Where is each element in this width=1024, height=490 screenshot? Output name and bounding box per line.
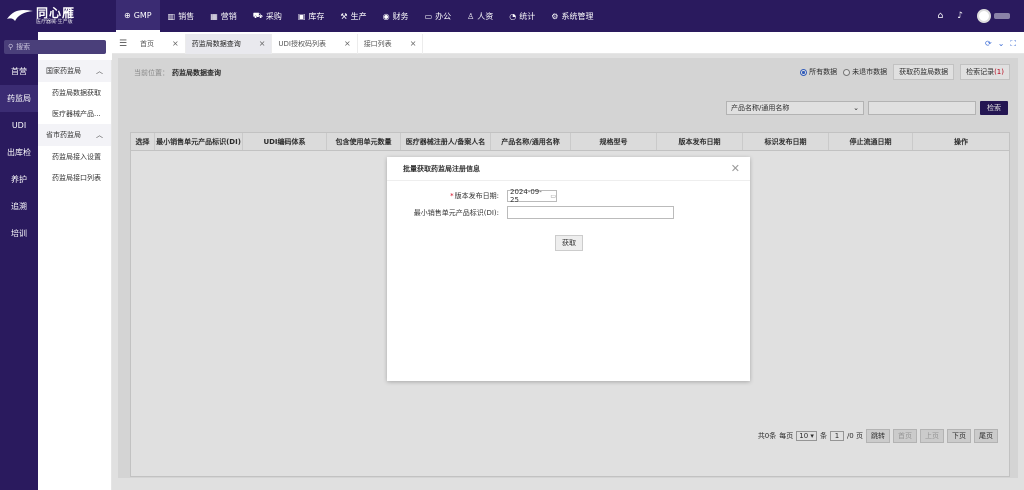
nav-inventory[interactable]: ▣ 库存 [290,0,333,32]
refresh-icon[interactable]: ⟳ [985,39,992,49]
username-blurred [994,13,1010,19]
required-mark: * [450,192,454,200]
finance-icon: ◉ [382,11,390,21]
menu-toggle-icon[interactable]: ☰ [112,39,134,49]
dialog-title: 批量获取药监局注册信息 [403,164,480,173]
left-rail: 首营 药监局 UDI 出库检 养护 追溯 培训 [0,32,38,490]
close-icon[interactable]: × [344,39,351,48]
tab-home[interactable]: 首页 × [134,33,186,54]
rail-item-training[interactable]: 培训 [0,220,38,247]
brand-logo[interactable]: 同心雁 医疗器械·生产版 [0,0,110,32]
tab-fda-query[interactable]: 药监局数据查询 × [185,33,273,54]
stats-icon: ◔ [509,11,517,21]
inventory-icon: ▣ [297,11,306,21]
tab-tools: ⟳ ⌄ ⛶ [985,39,1024,49]
nav-purchase[interactable]: ⛟ 采购 [245,0,290,32]
nav-marketing[interactable]: ▦ 营销 [202,0,245,32]
marketing-icon: ▦ [210,11,218,21]
dialog-header: 批量获取药监局注册信息 ✕ [387,157,750,181]
avatar [977,9,991,23]
sales-icon: ▥ [167,11,176,21]
chevron-up-icon: ︿ [96,67,103,75]
batch-fetch-dialog: 批量获取药监局注册信息 ✕ *版本发布日期: 2024-09-25 ▭ 最小销售单… [387,157,750,381]
rail-item-udi[interactable]: UDI [0,112,38,139]
top-navbar: 同心雁 医疗器械·生产版 ⊕ GMP ▥ 销售 ▦ 营销 ⛟ 采购 ▣ 库存 ⚒ 生产 ◉ 财… [0,0,1024,32]
chevron-up-icon: ︿ [96,131,103,139]
nav-gmp[interactable]: ⊕ GMP [116,0,160,32]
office-icon: ▭ [424,11,433,21]
rail-item-maintenance[interactable]: 养护 [0,166,38,193]
person-icon: ♙ [467,11,475,21]
fetch-button[interactable]: 获取 [555,235,583,251]
fullscreen-icon[interactable]: ⛶ [1010,39,1016,49]
di-input[interactable] [507,206,674,219]
close-icon[interactable]: × [172,39,179,48]
home-icon[interactable]: ⌂ [938,11,944,21]
tab-interface-list[interactable]: 接口列表 × [358,33,424,54]
brand-title: 同心雁 [36,6,76,20]
nav-sales[interactable]: ▥ 销售 [160,0,203,32]
subnav-item-interface-list[interactable]: 药监局接口列表 [38,167,111,188]
rail-item-fda[interactable]: 药监局 [0,85,38,112]
rail-item-outbound-check[interactable]: 出库检 [0,139,38,166]
form-row-di: 最小销售单元产品标识(DI): [395,206,674,219]
form-row-date: *版本发布日期: 2024-09-25 ▭ [450,188,557,204]
subnav-item-device-products[interactable]: 医疗器械产品... [38,103,111,124]
production-icon: ⚒ [340,11,348,21]
subnav-item-fda-fetch[interactable]: 药监局数据获取 [38,82,111,103]
bell-icon[interactable]: ♪ [957,11,963,21]
tab-udi-auth[interactable]: UDI授权码列表 × [272,33,358,54]
nav-production[interactable]: ⚒ 生产 [332,0,374,32]
subnav-item-access-settings[interactable]: 药监局接入设置 [38,146,111,167]
nav-hr[interactable]: ♙ 人资 [459,0,501,32]
tab-strip: ☰ 首页 × 药监局数据查询 × UDI授权码列表 × 接口列表 × ⟳ ⌄ ⛶ [112,33,1024,54]
gear-icon: ⚙ [551,11,559,21]
subnav-group-provincial[interactable]: 省市药监局 ︿ [38,124,111,146]
secondary-sidebar: 国家药监局 ︿ 药监局数据获取 医疗器械产品... 省市药监局 ︿ 药监局接入设置 … [38,60,112,490]
user-menu[interactable] [977,9,1010,23]
search-input[interactable]: ⚲ 搜索 [4,40,106,54]
close-icon[interactable]: × [259,39,266,48]
gmp-icon: ⊕ [124,10,131,20]
wild-goose-logo-icon [7,9,33,21]
main-nav: ⊕ GMP ▥ 销售 ▦ 营销 ⛟ 采购 ▣ 库存 ⚒ 生产 ◉ 财务 ▭ 办公 ♙ 人资 ◔ 统计… [116,0,601,32]
search-placeholder: 搜索 [16,43,31,51]
rail-item-traceability[interactable]: 追溯 [0,193,38,220]
top-right-tools: ⌂ ♪ [938,9,1024,23]
purchase-icon: ⛟ [252,11,263,20]
nav-finance[interactable]: ◉ 财务 [375,0,417,32]
close-icon[interactable]: ✕ [731,162,740,175]
calendar-icon: ▭ [550,192,556,200]
chevron-down-icon[interactable]: ⌄ [998,39,1005,49]
nav-office[interactable]: ▭ 办公 [417,0,460,32]
nav-system[interactable]: ⚙ 系统管理 [543,0,601,32]
search-icon: ⚲ [8,43,14,51]
version-date-input[interactable]: 2024-09-25 ▭ [507,188,557,204]
rail-item-first-operation[interactable]: 首营 [0,58,38,85]
close-icon[interactable]: × [410,39,417,48]
brand-subtitle: 医疗器械·生产版 [36,19,73,25]
nav-stats[interactable]: ◔ 统计 [501,0,543,32]
subnav-group-national[interactable]: 国家药监局 ︿ [38,60,111,82]
